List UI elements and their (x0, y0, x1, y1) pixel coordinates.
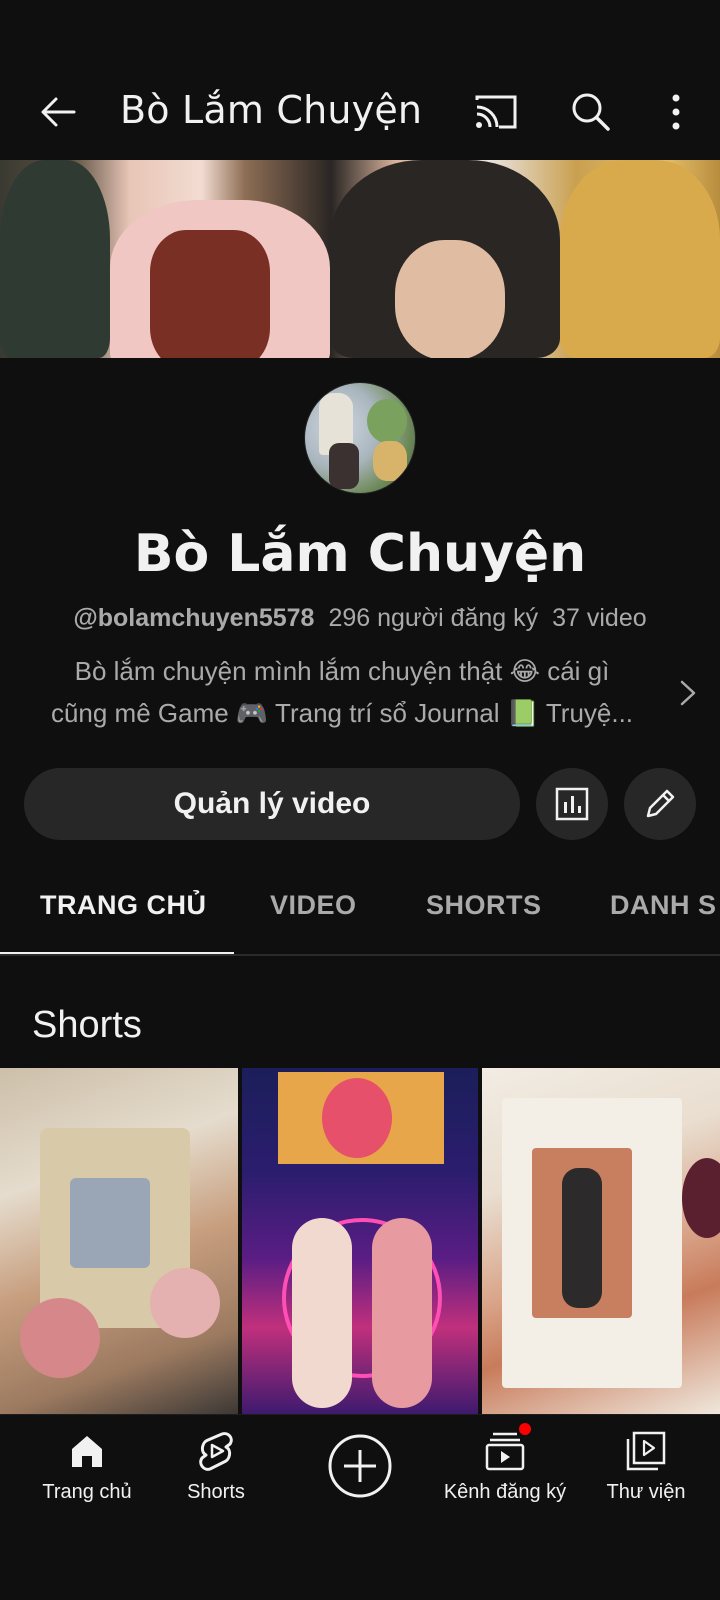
bottom-navigation: Trang chủ Shorts Kênh đăng ký Thư viện (0, 1414, 720, 1600)
short-thumbnail[interactable] (242, 1068, 478, 1414)
channel-actions: Quản lý video (24, 768, 696, 840)
app-bar: Bò Lắm Chuyện (0, 64, 720, 160)
short-thumbnail[interactable] (482, 1068, 720, 1414)
channel-tabs: TRANG CHỦ VIDEO SHORTS DANH S (0, 862, 720, 956)
analytics-button[interactable] (536, 768, 608, 840)
subscriber-count: 296 người đăng ký (328, 604, 539, 632)
edit-channel-button[interactable] (624, 768, 696, 840)
nav-library[interactable]: Thư viện (594, 1415, 698, 1525)
manage-videos-button[interactable]: Quản lý video (24, 768, 520, 840)
nav-subscriptions[interactable]: Kênh đăng ký (436, 1415, 574, 1525)
tab-shorts[interactable]: SHORTS (426, 890, 542, 921)
library-icon (624, 1429, 668, 1473)
analytics-icon (555, 787, 589, 821)
active-tab-indicator (0, 952, 234, 954)
short-thumbnail[interactable] (0, 1068, 238, 1414)
tab-home[interactable]: TRANG CHỦ (40, 890, 207, 921)
description-line: cũng mê Game 🎮 Trang trí sổ Journal 📗 Tr… (50, 698, 634, 728)
shorts-shelf (0, 1068, 720, 1414)
channel-name: Bò Lắm Chuyện (133, 524, 587, 584)
tab-playlists[interactable]: DANH S (610, 890, 717, 921)
shorts-icon (194, 1429, 238, 1473)
channel-banner (0, 160, 720, 358)
nav-label: Kênh đăng ký (443, 1481, 567, 1503)
search-icon[interactable] (567, 88, 615, 136)
notification-dot (517, 1421, 533, 1437)
create-plus-icon (327, 1433, 393, 1499)
nav-home[interactable]: Trang chủ (28, 1415, 146, 1525)
subscriptions-icon (483, 1421, 533, 1473)
tab-videos[interactable]: VIDEO (270, 890, 357, 921)
shorts-section-title: Shorts (32, 1004, 142, 1046)
video-count: 37 video (552, 604, 647, 632)
nav-create[interactable] (318, 1415, 402, 1525)
app-bar-title: Bò Lắm Chuyện (120, 88, 423, 132)
nav-label: Trang chủ (42, 1481, 132, 1503)
channel-avatar[interactable] (304, 382, 416, 494)
nav-label: Thư viện (606, 1481, 686, 1503)
channel-handle: @bolamchuyen5578 (73, 604, 315, 632)
status-bar (0, 0, 720, 64)
more-vert-icon[interactable] (652, 88, 700, 136)
nav-shorts[interactable]: Shorts (168, 1415, 264, 1525)
channel-description[interactable]: Bò lắm chuyện mình lắm chuyện thật 😂 cái… (22, 650, 662, 734)
cast-icon[interactable] (472, 88, 520, 136)
back-arrow-icon[interactable] (36, 90, 80, 134)
home-icon (65, 1429, 109, 1473)
nav-label: Shorts (187, 1481, 245, 1503)
description-line: Bò lắm chuyện mình lắm chuyện thật 😂 cái… (74, 656, 610, 686)
chevron-right-icon[interactable] (676, 678, 700, 708)
pencil-icon (646, 789, 675, 818)
channel-meta: @bolamchuyen5578 296 người đăng ký 37 vide… (0, 604, 720, 633)
